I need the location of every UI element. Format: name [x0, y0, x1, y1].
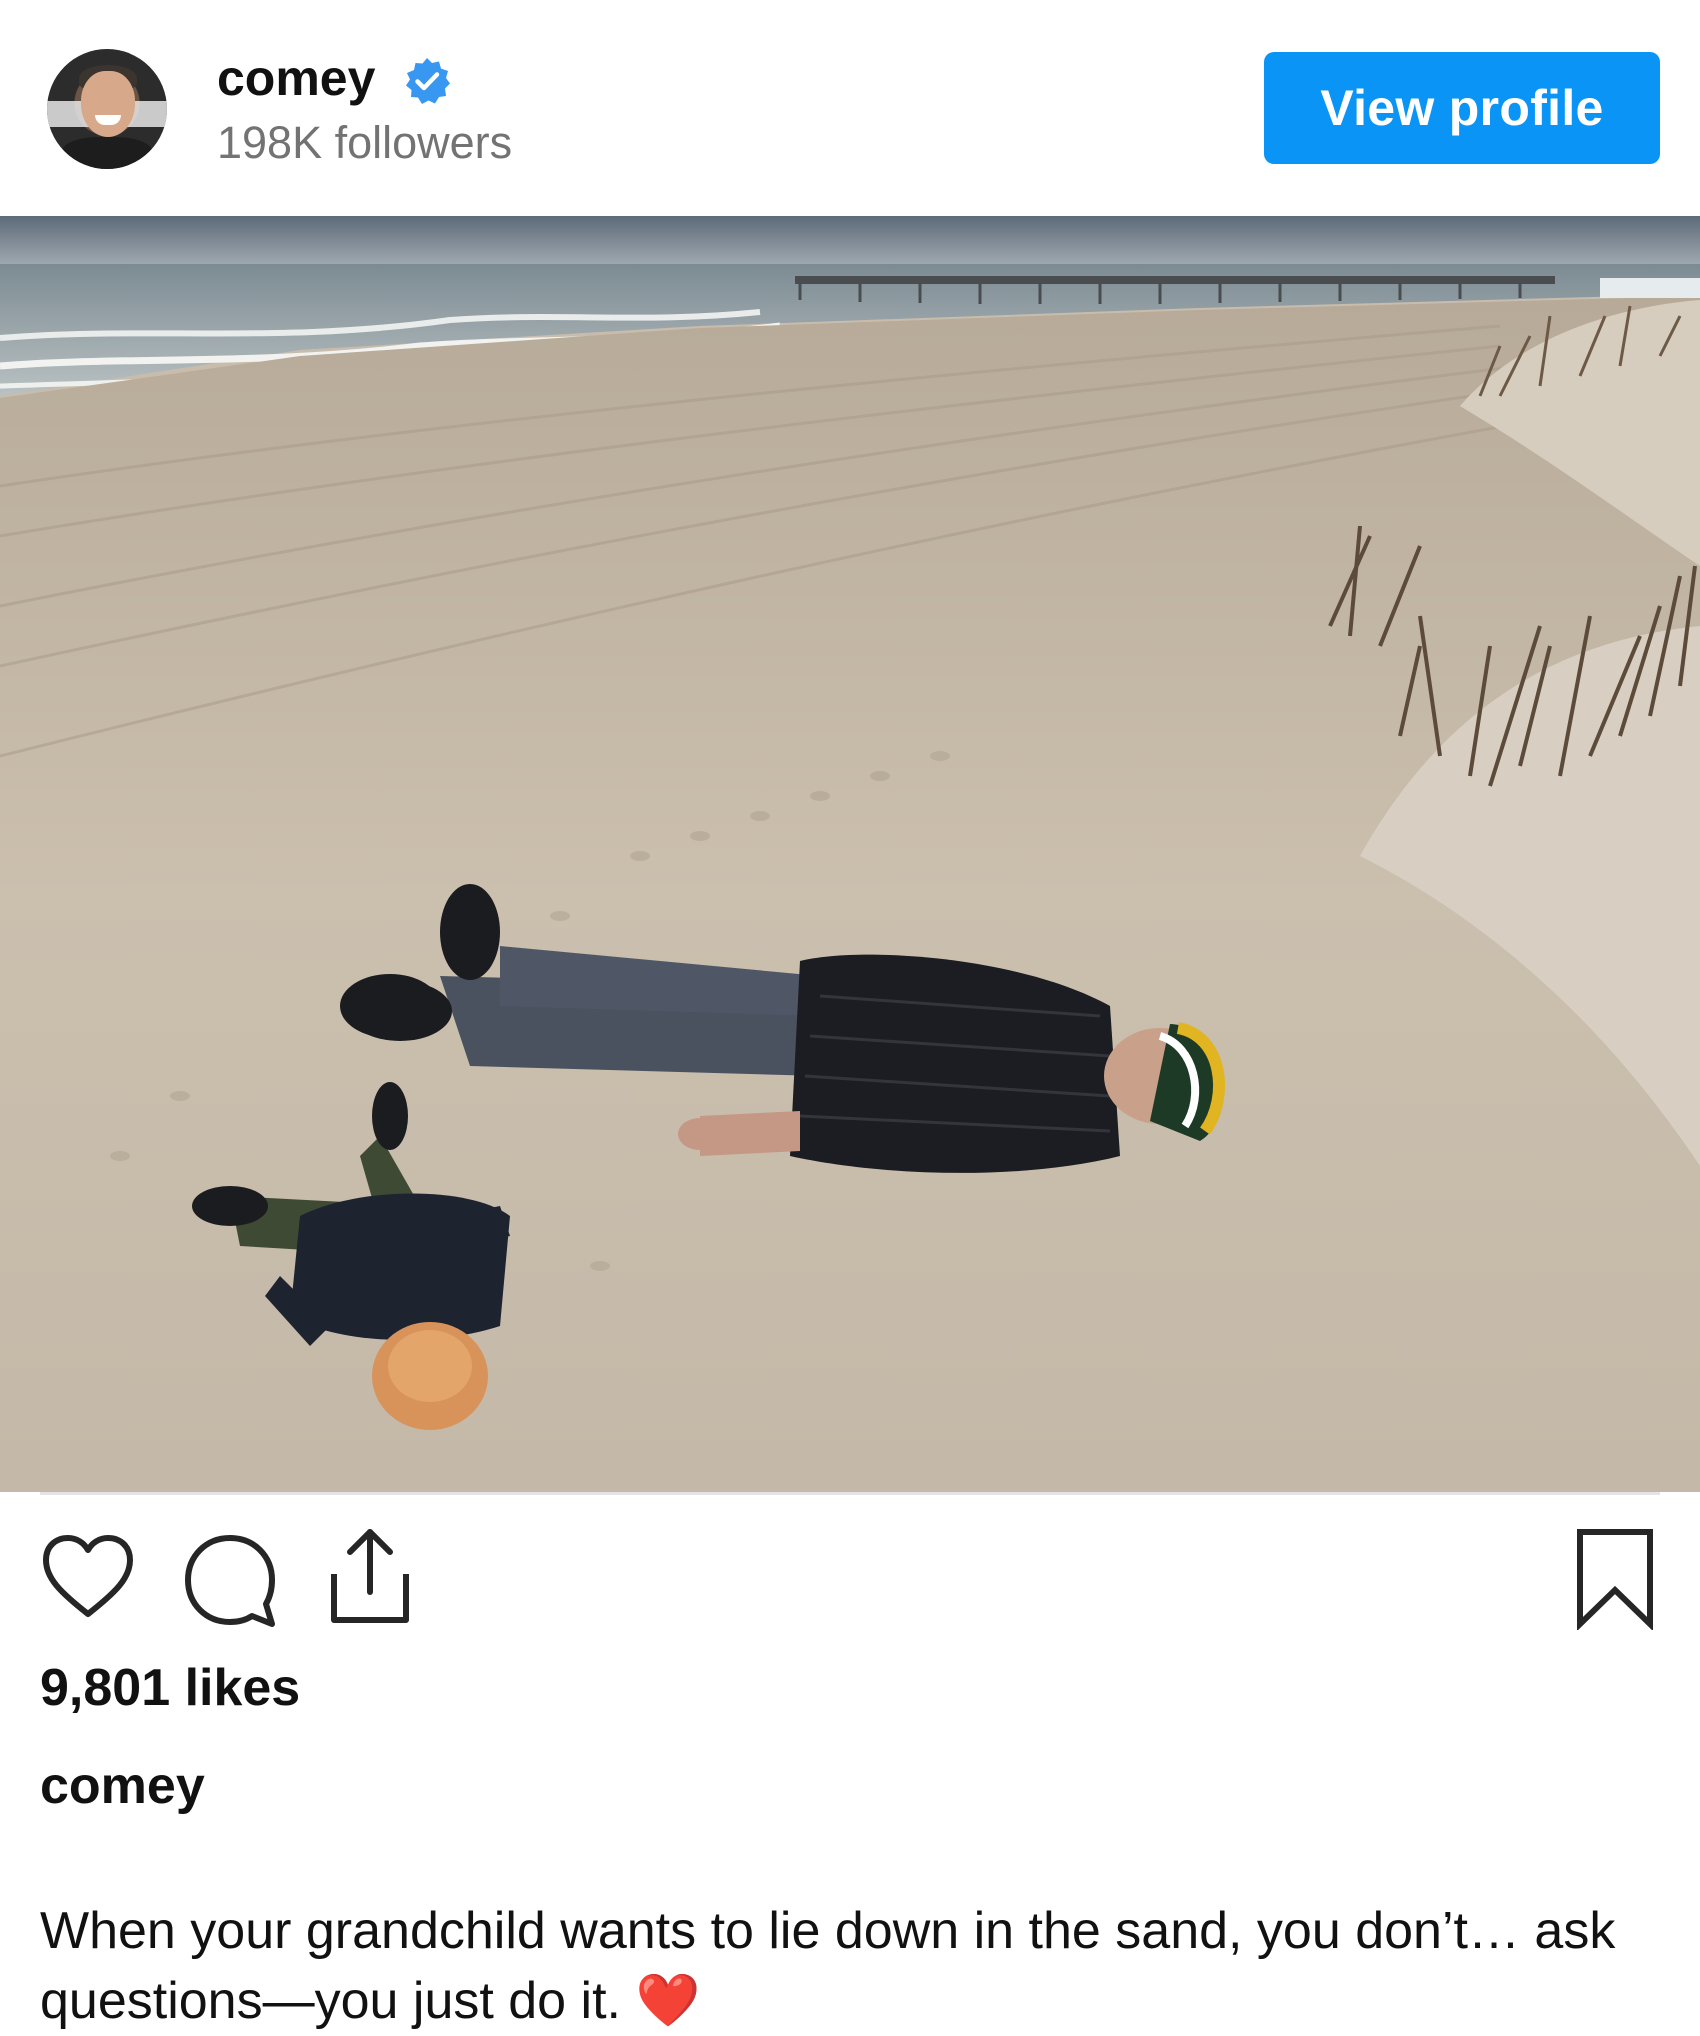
view-profile-button[interactable]: View profile	[1264, 52, 1660, 164]
bookmark-icon[interactable]	[1570, 1526, 1660, 1630]
avatar[interactable]	[47, 49, 167, 169]
heart-emoji-icon: ❤️	[635, 1971, 701, 2031]
photo-divider	[40, 1492, 1660, 1495]
likes-count[interactable]: 9,801 likes	[40, 1656, 300, 1720]
followers-count: 198K followers	[217, 117, 513, 168]
share-icon[interactable]	[320, 1522, 420, 1630]
beach-photo-illustration	[0, 216, 1700, 1492]
verified-badge-icon	[406, 58, 450, 104]
comment-bubble-icon[interactable]	[180, 1530, 280, 1630]
caption-text: When your grandchild wants to lie down i…	[40, 1896, 1670, 2036]
post-actions	[0, 1500, 1700, 1640]
caption-username[interactable]: comey	[40, 1754, 205, 1818]
heart-icon[interactable]	[40, 1530, 136, 1626]
caption-body: When your grandchild wants to lie down i…	[40, 1902, 1616, 2030]
post-photo[interactable]	[0, 216, 1700, 1492]
username[interactable]: comey	[217, 48, 375, 108]
post-header: comey 198K followers View profile	[0, 0, 1700, 216]
